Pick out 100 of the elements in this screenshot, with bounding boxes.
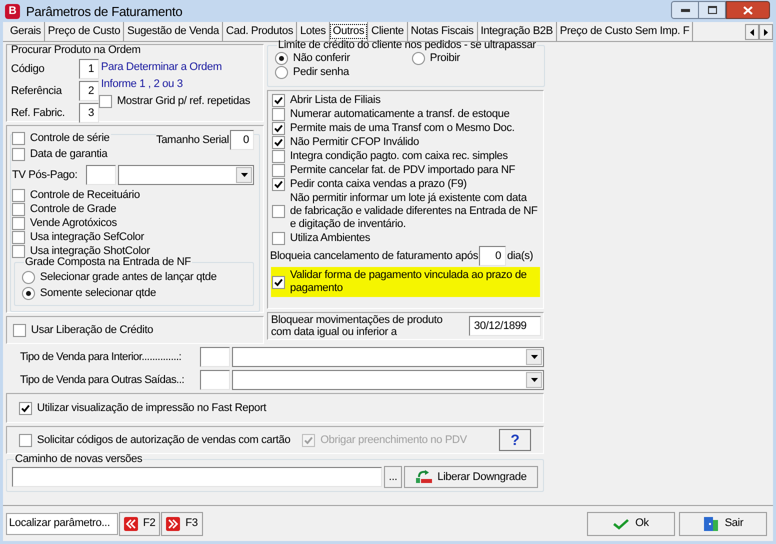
checkbox[interactable]	[19, 434, 32, 446]
tab[interactable]: Cliente	[368, 22, 408, 41]
checkbox[interactable]	[272, 108, 285, 121]
checkbox[interactable]	[12, 217, 25, 230]
radio-label: Proibir	[430, 52, 460, 65]
checkbox-label: Utilizar visualização de impressão no Fast Report	[37, 402, 266, 414]
downgrade-button[interactable]: Liberar Downgrade	[404, 466, 538, 488]
checkbox[interactable]	[12, 245, 25, 258]
window-title: Parâmetros de Faturamento	[26, 4, 184, 18]
radio-label: Selecionar grade antes de lançar qtde	[40, 270, 217, 284]
radio-button[interactable]	[22, 286, 35, 300]
radio-label: Não conferir	[293, 52, 350, 65]
checkbox[interactable]	[12, 231, 25, 244]
maximize-button[interactable]	[699, 1, 726, 19]
checkbox-label: Permite cancelar fat. de PDV importado para NF	[290, 164, 516, 177]
tab[interactable]: Outros	[330, 22, 368, 41]
checkbox[interactable]	[272, 178, 285, 191]
field-label: Bloquear movimentações de produto com data igual ou inferior a	[271, 314, 444, 338]
checkbox[interactable]	[272, 232, 285, 245]
checkmark-icon	[613, 518, 630, 530]
checkbox[interactable]	[272, 94, 285, 107]
dropdown[interactable]	[118, 165, 254, 185]
checkbox-label: Pedir conta caixa vendas a prazo (F9)	[290, 178, 467, 191]
next-button[interactable]: F3	[161, 512, 203, 536]
field-label: Tamanho Serial	[156, 134, 229, 146]
search-field[interactable]: Localizar parâmetro...	[6, 512, 118, 534]
double-right-arrow-icon	[166, 516, 180, 530]
field-label: Referência	[11, 84, 62, 98]
tab[interactable]: Sugestão de Venda	[124, 22, 224, 41]
checkbox-label: Data de garantia	[30, 148, 108, 161]
checkbox[interactable]	[13, 324, 26, 336]
input-field[interactable]: 0	[230, 130, 254, 150]
radio-button[interactable]	[412, 52, 425, 65]
checkbox[interactable]	[19, 402, 32, 414]
radio-button[interactable]	[22, 270, 35, 284]
input-field[interactable]	[86, 165, 116, 185]
checkbox-label: Permite mais de uma Transf com o Mesmo Doc.	[290, 122, 515, 135]
checkbox[interactable]	[12, 189, 25, 202]
hint-text: Informe 1 , 2 ou 3	[101, 78, 184, 92]
field-label: Bloqueia cancelamento de faturamento após	[270, 250, 478, 262]
input-field[interactable]	[200, 370, 230, 390]
checkbox[interactable]	[99, 95, 112, 108]
field-label: Código	[11, 62, 44, 76]
input-field[interactable]: 0	[479, 246, 506, 266]
dropdown[interactable]	[232, 370, 544, 390]
input-field[interactable]	[200, 347, 230, 367]
tab[interactable]: Gerais	[7, 22, 45, 41]
app-logo: B	[5, 4, 20, 18]
checkbox-label: Controle de Grade	[30, 203, 116, 216]
field-label: Ref. Fabric.	[11, 106, 65, 120]
minimize-button[interactable]	[671, 1, 699, 19]
tab[interactable]: Integração B2B	[478, 22, 557, 41]
help-button[interactable]: ?	[499, 429, 531, 451]
input-field[interactable]: 30/12/1899	[469, 316, 541, 336]
exit-button[interactable]: Sair	[679, 512, 767, 536]
checkbox-label: Usa integração SefColor	[30, 231, 144, 244]
checkbox-label: Numerar automaticamente a transf. de estoque	[290, 108, 510, 121]
checkbox[interactable]	[272, 122, 285, 135]
tab[interactable]: Preço de Custo Sem Imp. F	[556, 22, 694, 41]
radio-label: Pedir senha	[293, 66, 349, 79]
browse-button[interactable]: ...	[384, 466, 402, 488]
tab[interactable]: Cad. Produtos	[223, 22, 298, 41]
group-title: Limite de crédito do cliente nos pedidos - se ultrapassar	[277, 39, 537, 52]
checkbox-label: Usar Liberação de Crédito	[31, 324, 154, 336]
checkbox-label: Não permitir informar um lote já existente com data de fabricação e validade diferentes na Entrada de NF e digitação de inventário.	[290, 192, 538, 231]
tab[interactable]: Notas Fiscais	[408, 22, 478, 41]
checkbox-label: Vende Agrotóxicos	[30, 217, 117, 230]
input-field[interactable]	[12, 467, 382, 487]
previous-button[interactable]: F2	[119, 512, 160, 536]
checkbox[interactable]	[272, 150, 285, 163]
checkbox[interactable]	[272, 276, 285, 288]
checkbox-label: Abrir Lista de Filiais	[290, 94, 380, 107]
scroll-right-icon[interactable]	[759, 24, 773, 40]
checkbox-label: Validar forma de pagamento vinculada ao prazo de pagamento	[290, 269, 528, 295]
checkbox-label: Utiliza Ambientes	[290, 232, 370, 245]
field-label: Tipo de Venda para Outras Saídas..:	[20, 374, 186, 386]
checkbox[interactable]	[272, 136, 285, 149]
checkbox[interactable]	[272, 164, 285, 177]
checkbox-label: Controle de série	[30, 132, 110, 144]
checkbox-label: Obrigar preenchimento no PDV	[320, 434, 467, 446]
checkbox-label: Integra condição pagto. com caixa rec. simples	[290, 150, 508, 163]
radio-button[interactable]	[275, 52, 288, 65]
close-icon	[743, 6, 753, 14]
checkbox[interactable]	[12, 132, 25, 144]
checkbox[interactable]	[272, 205, 285, 218]
checkbox[interactable]	[12, 203, 25, 216]
minimize-icon	[680, 8, 690, 12]
scroll-left-icon[interactable]	[745, 24, 759, 40]
checkbox-label: Usa integração ShotColor	[30, 245, 150, 257]
dropdown[interactable]	[232, 347, 544, 367]
group-title: Procurar Produto na Ordem	[11, 44, 142, 57]
checkbox[interactable]	[12, 148, 25, 161]
radio-button[interactable]	[275, 66, 288, 79]
input-field[interactable]: 1	[79, 59, 99, 79]
close-button[interactable]	[726, 1, 770, 19]
ok-button[interactable]: Ok	[587, 512, 675, 536]
input-field[interactable]: 2	[79, 81, 99, 101]
tab[interactable]: Preço de Custo	[44, 22, 124, 41]
unit-label: dia(s)	[507, 250, 534, 262]
input-field[interactable]: 3	[79, 103, 99, 123]
